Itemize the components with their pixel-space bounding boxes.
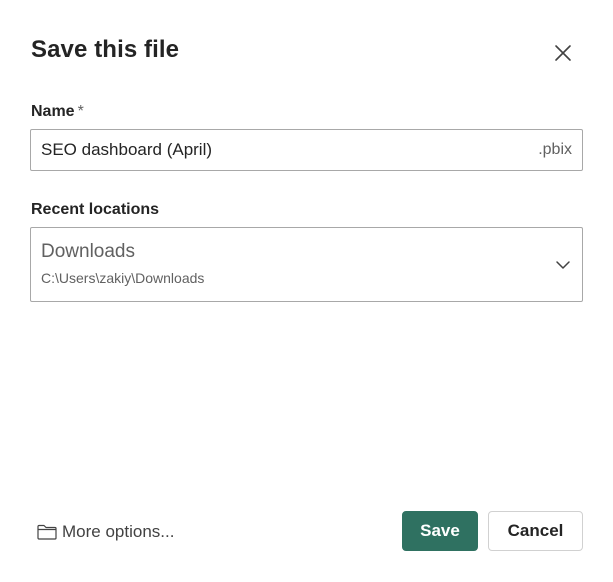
save-file-dialog: Save this file Name* .pbix Recent locati… — [0, 0, 613, 582]
dialog-title: Save this file — [31, 36, 180, 63]
name-label: Name * — [31, 103, 84, 121]
more-options-label: More options... — [62, 522, 175, 541]
save-button[interactable]: Save — [402, 511, 478, 551]
location-name: Downloads — [41, 241, 135, 262]
folder-icon — [37, 524, 57, 540]
chevron-down-icon — [556, 261, 570, 269]
close-button[interactable] — [548, 38, 578, 68]
file-extension: .pbix — [538, 141, 572, 158]
name-field-container: .pbix — [30, 129, 583, 171]
name-label-text: Name — [31, 103, 75, 120]
recent-locations-dropdown[interactable]: Downloads C:\Users\zakiy\Downloads — [30, 227, 583, 302]
location-path: C:\Users\zakiy\Downloads — [41, 270, 205, 286]
cancel-button[interactable]: Cancel — [488, 511, 583, 551]
close-icon — [555, 45, 571, 61]
recent-locations-label: Recent locations — [31, 201, 160, 218]
more-options-link[interactable]: More options... — [37, 522, 174, 542]
file-name-input[interactable] — [31, 130, 539, 170]
required-marker: * — [77, 103, 84, 120]
